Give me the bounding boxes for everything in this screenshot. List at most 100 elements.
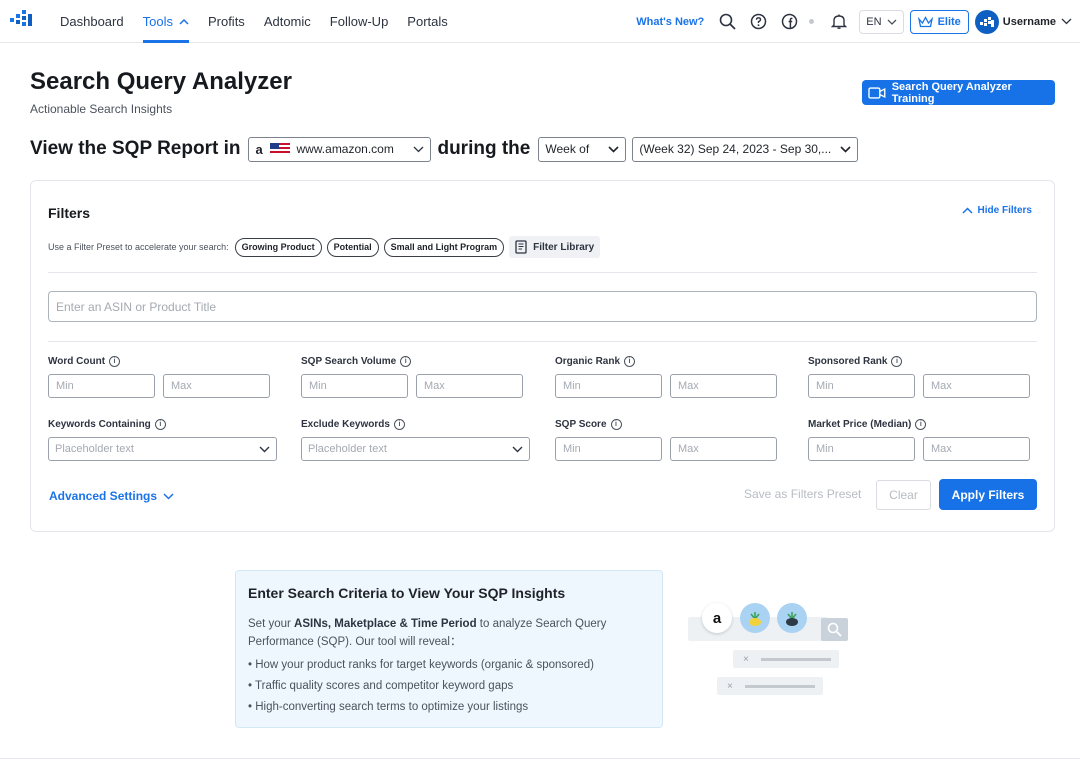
filters-title: Filters [48, 205, 91, 221]
search-icon[interactable] [716, 11, 738, 33]
clear-button[interactable]: Clear [876, 480, 931, 510]
language-selector[interactable]: EN [859, 9, 904, 34]
sqp-score-max-input[interactable]: Max [670, 437, 777, 461]
market-price-filter: Market Price (Median) i Min Max [808, 417, 1038, 461]
us-flag-icon [270, 143, 291, 155]
chevron-up-icon [962, 207, 973, 214]
avatar[interactable] [974, 9, 999, 34]
info-icon[interactable]: i [109, 355, 121, 367]
keywords-containing-filter: Keywords Containing i Placeholder text [48, 417, 278, 461]
info-icon[interactable]: i [891, 355, 903, 367]
search-illustration: a × × [680, 595, 860, 705]
book-icon [515, 240, 527, 254]
illustration-result-row: × [733, 650, 839, 668]
info-bullet-list: • How your product ranks for target keyw… [248, 655, 594, 718]
sqp-search-volume-max-input[interactable]: Max [416, 374, 523, 398]
organic-rank-min-input[interactable]: Min [555, 374, 662, 398]
training-video-button[interactable]: Search Query Analyzer Training [862, 80, 1055, 105]
divider [48, 272, 1037, 273]
keywords-containing-select[interactable]: Placeholder text [48, 437, 277, 461]
video-camera-icon [868, 86, 886, 99]
asin-search-input[interactable]: Enter an ASIN or Product Title [48, 291, 1037, 322]
elite-plan-badge[interactable]: Elite [909, 9, 969, 34]
report-selector-row: View the SQP Report in a www.amazon.com … [30, 136, 864, 162]
sponsored-rank-max-input[interactable]: Max [923, 374, 1030, 398]
info-icon[interactable]: i [610, 418, 622, 430]
chevron-down-icon [887, 19, 897, 25]
organic-rank-max-input[interactable]: Max [670, 374, 777, 398]
close-icon: × [743, 653, 749, 665]
whats-new-link[interactable]: What's New? [636, 16, 704, 28]
sqp-score-min-input[interactable]: Min [555, 437, 662, 461]
nav-item-adtomic[interactable]: Adtomic [264, 0, 311, 43]
organic-rank-filter: Organic Rank i Min Max [555, 354, 785, 398]
nav-item-dashboard[interactable]: Dashboard [60, 0, 124, 43]
search-icon [821, 618, 848, 641]
nav-item-follow-up[interactable]: Follow-Up [330, 0, 389, 43]
list-item: • High-converting search terms to optimi… [248, 701, 529, 713]
sqp-search-volume-filter: SQP Search Volume i Min Max [301, 354, 531, 398]
word-count-min-input[interactable]: Min [48, 374, 155, 398]
amazon-logo-icon: a [702, 603, 732, 633]
save-filters-preset-button[interactable]: Save as Filters Preset [744, 487, 861, 501]
chevron-down-icon [512, 446, 523, 452]
footer-divider [0, 758, 1080, 759]
chevron-down-icon [163, 492, 174, 500]
info-icon[interactable]: i [393, 418, 405, 430]
hide-filters-toggle[interactable]: Hide Filters [962, 205, 1032, 216]
apply-filters-button[interactable]: Apply Filters [939, 479, 1037, 510]
facebook-icon[interactable] [778, 11, 800, 33]
preset-row: Use a Filter Preset to accelerate your s… [48, 236, 601, 258]
divider [48, 341, 1037, 342]
market-price-min-input[interactable]: Min [808, 437, 915, 461]
info-icon[interactable]: i [400, 355, 412, 367]
market-price-max-input[interactable]: Max [923, 437, 1030, 461]
info-icon[interactable]: i [154, 418, 166, 430]
plant-dark-icon [777, 603, 807, 633]
word-count-max-input[interactable]: Max [163, 374, 270, 398]
chevron-down-icon [840, 145, 851, 153]
chevron-down-icon [1061, 18, 1072, 25]
user-menu[interactable]: Username [1003, 16, 1072, 28]
nav-item-tools[interactable]: Tools [142, 0, 190, 43]
chevron-down-icon [259, 446, 270, 452]
preset-chip-small-and-light[interactable]: Small and Light Program [383, 237, 505, 257]
page-subtitle: Actionable Search Insights [30, 102, 173, 116]
report-during-label: during the [437, 138, 531, 159]
bell-icon[interactable] [828, 11, 850, 33]
close-icon: × [727, 680, 733, 692]
preset-chip-growing-product[interactable]: Growing Product [234, 237, 322, 257]
sponsored-rank-filter: Sponsored Rank i Min Max [808, 354, 1038, 398]
marketplace-select[interactable]: a www.amazon.com [248, 136, 432, 162]
info-icon[interactable]: i [624, 355, 636, 367]
exclude-keywords-select[interactable]: Placeholder text [301, 437, 530, 461]
period-type-select[interactable]: Week of [538, 136, 627, 162]
nav-item-portals[interactable]: Portals [407, 0, 447, 43]
nav-items: Dashboard Tools Profits Adtomic Follow-U… [60, 0, 467, 43]
advanced-settings-toggle[interactable]: Advanced Settings [49, 489, 174, 503]
report-prefix-label: View the SQP Report in [30, 138, 241, 159]
sqp-search-volume-min-input[interactable]: Min [301, 374, 408, 398]
sponsored-rank-min-input[interactable]: Min [808, 374, 915, 398]
crown-icon [917, 15, 933, 27]
exclude-keywords-filter: Exclude Keywords i Placeholder text [301, 417, 531, 461]
brand-logo-icon[interactable] [10, 9, 32, 27]
nav-right: What's New? EN Elite Username [636, 0, 1072, 43]
chevron-up-icon [179, 18, 189, 25]
help-icon[interactable] [747, 11, 769, 33]
top-navbar: Dashboard Tools Profits Adtomic Follow-U… [0, 0, 1080, 43]
filters-panel: Filters Hide Filters Use a Filter Preset… [30, 180, 1055, 532]
sqp-score-filter: SQP Score i Min Max [555, 417, 785, 461]
list-item: • How your product ranks for target keyw… [248, 659, 594, 671]
period-range-select[interactable]: (Week 32) Sep 24, 2023 - Sep 30,... [632, 136, 859, 162]
chevron-down-icon [608, 145, 619, 153]
list-item: • Traffic quality scores and competitor … [248, 680, 514, 692]
filter-library-button[interactable]: Filter Library [509, 236, 601, 258]
info-icon[interactable]: i [915, 418, 927, 430]
preset-chip-potential[interactable]: Potential [326, 237, 379, 257]
separator-dot [809, 19, 815, 24]
page-title: Search Query Analyzer [30, 68, 292, 95]
nav-item-profits[interactable]: Profits [208, 0, 245, 43]
info-title: Enter Search Criteria to View Your SQP I… [248, 585, 566, 601]
info-description: Set your ASINs, Maketplace & Time Period… [248, 618, 607, 648]
